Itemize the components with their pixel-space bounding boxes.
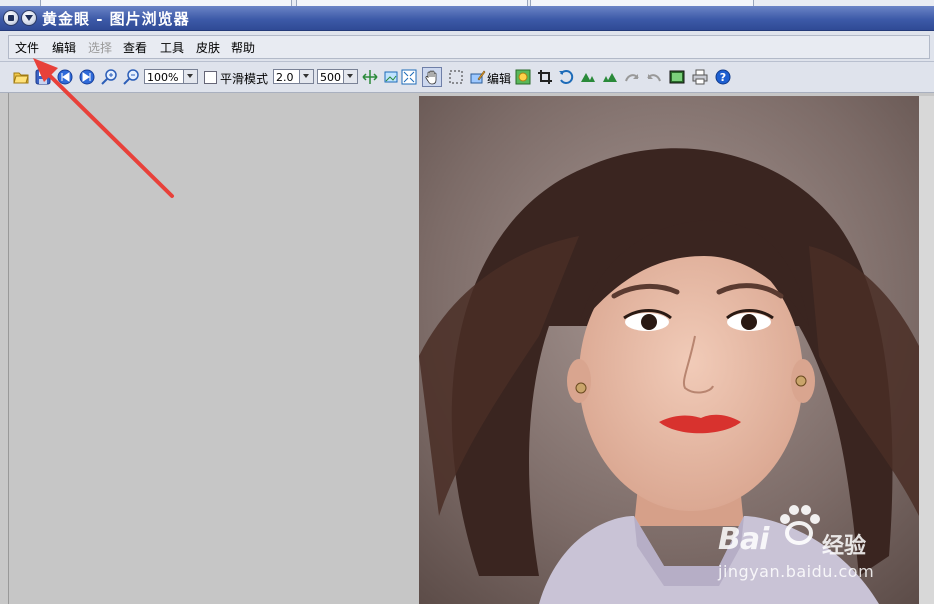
select-rect-icon[interactable] bbox=[448, 69, 464, 85]
undo-effect-icon[interactable] bbox=[624, 69, 640, 85]
menu-bar-frame: 文件 编辑 选择 查看 工具 皮肤 帮助 bbox=[8, 35, 930, 59]
factor-select-value: 2.0 bbox=[276, 71, 294, 84]
watermark-url: jingyan.baidu.com bbox=[718, 562, 875, 581]
zoom-out-icon[interactable] bbox=[123, 69, 139, 85]
factor-select[interactable]: 2.0 bbox=[273, 69, 314, 84]
print-icon[interactable] bbox=[692, 69, 708, 85]
zoom-select[interactable]: 100% bbox=[144, 69, 198, 84]
watermark-brand: Bai bbox=[718, 522, 769, 557]
smooth-mode-label: 平滑模式 bbox=[220, 72, 269, 86]
menu-edit[interactable]: 编辑 bbox=[52, 39, 76, 56]
actual-size-icon[interactable] bbox=[383, 69, 399, 85]
color-adjust-icon[interactable] bbox=[515, 69, 531, 85]
menu-select[interactable]: 选择 bbox=[88, 39, 112, 56]
edit-label[interactable]: 编辑 bbox=[487, 70, 511, 87]
hand-tool-button[interactable] bbox=[422, 67, 442, 87]
svg-text:?: ? bbox=[720, 71, 726, 84]
chevron-down-icon bbox=[299, 70, 313, 83]
chevron-down-icon bbox=[25, 15, 33, 21]
smooth-mode-checkbox[interactable] bbox=[204, 71, 217, 84]
mirror-icon[interactable] bbox=[602, 69, 618, 85]
menu-bar: 文件 编辑 选择 查看 工具 皮肤 帮助 bbox=[0, 31, 934, 62]
size-select-value: 500 bbox=[320, 71, 341, 84]
crop-icon[interactable] bbox=[537, 69, 553, 85]
window-menu-button[interactable] bbox=[21, 10, 37, 26]
paw-logo-icon bbox=[780, 505, 820, 545]
help-icon[interactable]: ? bbox=[715, 69, 731, 85]
zoom-select-value: 100% bbox=[147, 71, 179, 84]
menu-skin[interactable]: 皮肤 bbox=[196, 39, 220, 56]
menu-file[interactable]: 文件 bbox=[15, 39, 39, 56]
window-title-bar[interactable]: 黄金眼 - 图片浏览器 bbox=[0, 6, 934, 31]
rotate-icon[interactable] bbox=[558, 69, 574, 85]
menu-tools[interactable]: 工具 bbox=[160, 39, 184, 56]
edit-icon[interactable] bbox=[470, 69, 486, 85]
hand-tool-icon bbox=[425, 70, 437, 85]
watermark-brand-cn: 经验 bbox=[822, 534, 867, 559]
slideshow-icon[interactable] bbox=[669, 69, 685, 85]
close-icon bbox=[8, 15, 14, 21]
window-title: 黄金眼 - 图片浏览器 bbox=[42, 10, 190, 28]
open-folder-icon[interactable] bbox=[13, 69, 29, 85]
previous-icon[interactable] bbox=[57, 69, 73, 85]
chevron-down-icon bbox=[183, 70, 197, 83]
flip-icon[interactable] bbox=[580, 69, 596, 85]
size-select[interactable]: 500 bbox=[317, 69, 358, 84]
menu-help[interactable]: 帮助 bbox=[231, 39, 255, 56]
save-icon[interactable] bbox=[35, 69, 51, 85]
chevron-down-icon bbox=[343, 70, 357, 83]
vertical-scrollbar[interactable] bbox=[919, 96, 934, 604]
window-close-button[interactable] bbox=[3, 10, 19, 26]
menu-view[interactable]: 查看 bbox=[123, 39, 147, 56]
zoom-in-icon[interactable] bbox=[101, 69, 117, 85]
redo-effect-icon[interactable] bbox=[646, 69, 662, 85]
fit-width-icon[interactable] bbox=[362, 69, 378, 85]
fit-window-icon[interactable] bbox=[401, 69, 417, 85]
next-icon[interactable] bbox=[79, 69, 95, 85]
toolbar: 100% 平滑模式 2.0 500 编辑 ? bbox=[0, 62, 934, 93]
